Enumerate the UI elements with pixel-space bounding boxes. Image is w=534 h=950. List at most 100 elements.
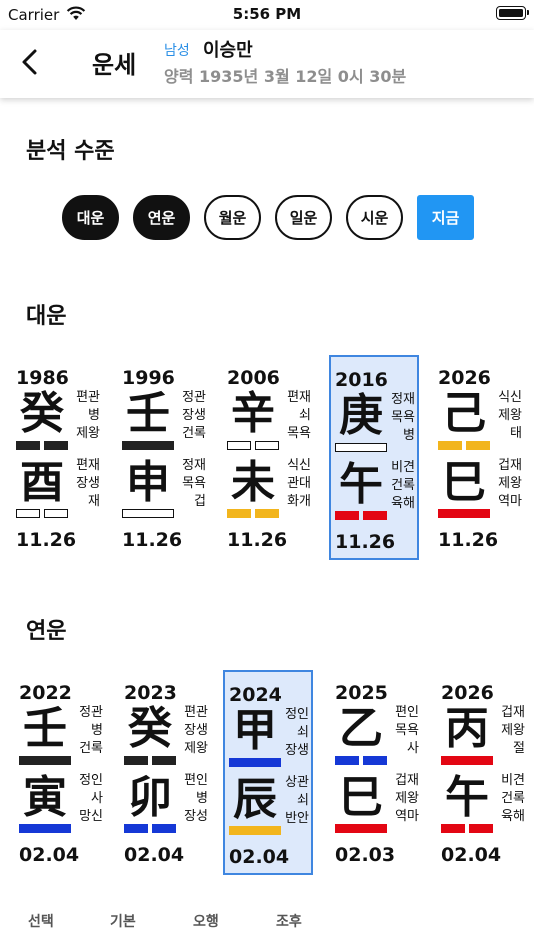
annotation-text: 쇠 bbox=[297, 725, 309, 740]
annotation-text: 편인 bbox=[395, 705, 419, 720]
branch-annotations: 정재 목욕 겁 bbox=[170, 457, 206, 511]
branch-element-marks bbox=[16, 509, 68, 518]
earthly-branch: 卯 bbox=[128, 772, 172, 823]
pillar-card[interactable]: 2016 庚午 정재 목욕 병 비견 건록 육해 11.26 bbox=[329, 355, 419, 560]
annotation-text: 비견 bbox=[391, 460, 415, 475]
stem-annotations: 편관 장생 제왕 bbox=[172, 704, 208, 758]
now-button[interactable]: 지금 bbox=[417, 195, 474, 240]
element-color-mark bbox=[255, 509, 279, 518]
analysis-level-title: 분석 수준 bbox=[26, 139, 115, 164]
annotation-text: 장성 bbox=[184, 809, 208, 824]
branch-element-marks bbox=[335, 824, 387, 833]
pillar-year: 2025 bbox=[335, 682, 388, 704]
element-color-mark bbox=[19, 756, 71, 765]
annotation-text: 겁 bbox=[194, 494, 206, 509]
stem-element-marks bbox=[438, 441, 490, 450]
pillar-date: 11.26 bbox=[335, 531, 396, 553]
heavenly-stem: 丙 bbox=[445, 703, 489, 754]
tab-johu[interactable]: 조후 bbox=[276, 911, 302, 931]
element-color-mark bbox=[16, 441, 40, 450]
element-color-mark bbox=[229, 826, 281, 835]
heavenly-stem: 癸 bbox=[20, 388, 64, 439]
annotation-text: 쇠 bbox=[299, 408, 311, 423]
pillar-card[interactable]: 2006 辛未 편재 쇠 목욕 식신 관대 화개 11.26 bbox=[223, 355, 313, 560]
stem-annotations: 정재 목욕 병 bbox=[379, 391, 415, 445]
stem-annotations: 식신제왕태 bbox=[486, 389, 522, 443]
annotation-text: 육해 bbox=[501, 809, 525, 824]
stem-element-marks bbox=[335, 443, 387, 452]
annotation-text: 식신 bbox=[287, 458, 311, 473]
pillar-card[interactable]: 2026 丙午 겁재 제왕 절 비견 건록 육해 02.04 bbox=[437, 670, 527, 875]
status-time: 5:56 PM bbox=[232, 5, 302, 23]
element-color-mark bbox=[363, 511, 387, 520]
pillar-card[interactable]: 2026 己巳 식신 제왕 태 겁재 제왕 역마 11.26 bbox=[434, 355, 524, 560]
element-color-mark bbox=[469, 824, 493, 833]
element-color-mark bbox=[122, 441, 174, 450]
element-color-mark bbox=[152, 824, 176, 833]
heavenly-stem: 辛 bbox=[231, 388, 275, 439]
annotation-text: 겁재 bbox=[395, 773, 419, 788]
annotation-text: 편재 bbox=[76, 458, 100, 473]
element-color-mark bbox=[441, 756, 493, 765]
element-color-mark bbox=[124, 756, 148, 765]
annotation-text: 건록 bbox=[501, 791, 525, 806]
level-button-siun[interactable]: 시운 bbox=[346, 195, 403, 240]
level-button-daeun[interactable]: 대운 bbox=[62, 195, 119, 240]
pillar-year: 2006 bbox=[227, 367, 280, 389]
annotation-text: 정재 bbox=[182, 458, 206, 473]
stem-annotations: 편재 쇠 목욕 bbox=[275, 389, 311, 443]
earthly-branch: 酉 bbox=[20, 457, 64, 508]
branch-annotations: 비견 건록 육해 bbox=[489, 772, 525, 826]
element-color-mark bbox=[229, 758, 281, 767]
level-button-yeonun[interactable]: 연운 bbox=[133, 195, 190, 240]
annotation-text: 절 bbox=[513, 741, 525, 756]
tab-select[interactable]: 선택 bbox=[28, 911, 54, 931]
yeonun-section-title: 연운 bbox=[26, 619, 67, 644]
pillar-date: 02.03 bbox=[335, 844, 396, 866]
annotation-text: 제왕 bbox=[498, 476, 522, 491]
annotation-text: 병 bbox=[91, 723, 103, 738]
level-button-ilun[interactable]: 일운 bbox=[275, 195, 332, 240]
stem-element-marks bbox=[16, 441, 68, 450]
pillar-card[interactable]: 2025 乙巳 편인 목욕 사 겁재 제왕 역마 02.03 bbox=[331, 670, 421, 875]
branch-annotations: 상관 쇠 반안 bbox=[273, 774, 309, 828]
nav-bar: 운세 남성 이승만 양력 1935년 3월 12일 0시 30분 bbox=[0, 30, 534, 98]
annotation-text: 건록 bbox=[79, 741, 103, 756]
pillar-card[interactable]: 1996 壬申 정관 장생 건록 정재 목욕 겁 11.26 bbox=[118, 355, 208, 560]
annotation-text: 장생 bbox=[182, 408, 206, 423]
stem-element-marks bbox=[19, 756, 71, 765]
pillar-date: 02.04 bbox=[19, 844, 80, 866]
level-button-wolun[interactable]: 월운 bbox=[204, 195, 261, 240]
branch-annotations: 정인 사 망신 bbox=[67, 772, 103, 826]
annotation-text: 제왕 bbox=[76, 426, 100, 441]
tab-five-elements[interactable]: 오행 bbox=[193, 911, 219, 931]
branch-element-marks bbox=[124, 824, 176, 833]
annotation-text: 태 bbox=[510, 426, 522, 441]
element-color-mark bbox=[466, 441, 490, 450]
element-color-mark bbox=[227, 509, 251, 518]
tab-basic[interactable]: 기본 bbox=[110, 911, 136, 931]
person-name: 이승만 bbox=[203, 40, 253, 61]
daeun-section-title: 대운 bbox=[26, 304, 67, 329]
annotation-text: 장생 bbox=[184, 723, 208, 738]
pillar-card[interactable]: 2023 癸卯 편관 장생 제왕 편인 병 장성 02.04 bbox=[120, 670, 210, 875]
pillar-year: 2026 bbox=[438, 367, 491, 389]
pillar-year: 2016 bbox=[335, 369, 388, 391]
element-color-mark bbox=[441, 824, 465, 833]
pillar-date: 11.26 bbox=[16, 529, 77, 551]
annotation-text: 관대 bbox=[287, 476, 311, 491]
pillar-card[interactable]: 1986 癸酉 편관 병 제왕 편재 장생 재 11.26 bbox=[12, 355, 102, 560]
element-color-mark bbox=[122, 509, 174, 518]
stem-element-marks bbox=[124, 756, 176, 765]
annotation-text: 제왕 bbox=[498, 408, 522, 423]
annotation-text: 역마 bbox=[395, 809, 419, 824]
element-color-mark bbox=[124, 824, 148, 833]
stem-annotations: 정인 쇠 장생 bbox=[273, 706, 309, 760]
back-chevron-icon[interactable] bbox=[18, 48, 42, 76]
annotation-text: 정관 bbox=[79, 705, 103, 720]
pillar-date: 11.26 bbox=[227, 529, 288, 551]
pillar-card[interactable]: 2022 壬寅 정관 병 건록 정인 사 망신 02.04 bbox=[15, 670, 105, 875]
annotation-text: 식신 bbox=[498, 390, 522, 405]
annotation-text: 장생 bbox=[76, 476, 100, 491]
pillar-card[interactable]: 2024 甲辰 정인 쇠 장생 상관 쇠 반안 02.04 bbox=[223, 670, 313, 875]
